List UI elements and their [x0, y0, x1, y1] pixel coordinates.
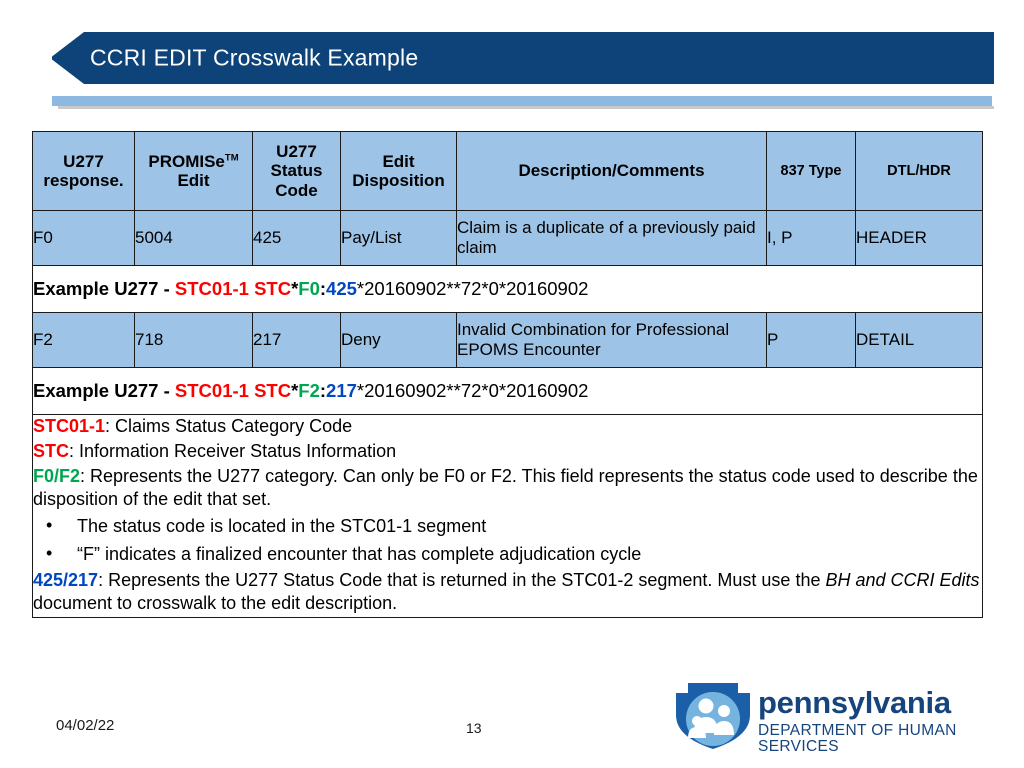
legend-line-stc01-1: STC01-1: Claims Status Category Code [33, 415, 982, 439]
legend-key-f0-f2: F0/F2 [33, 465, 81, 486]
example-category: F2 [298, 380, 320, 401]
example-status-code: 425 [326, 278, 357, 299]
banner-arrow-notch-bottom [52, 58, 84, 84]
legend-text-stc01-1: : Claims Status Category Code [105, 416, 353, 436]
logo-department-name: DEPARTMENT OF HUMAN SERVICES [758, 722, 957, 755]
cell-description: Invalid Combination for Professional EPO… [456, 312, 767, 368]
cell-promise-edit: 5004 [134, 210, 253, 266]
ccri-edit-crosswalk-table: U277 response. PROMISeTM Edit U277 Status… [32, 131, 983, 618]
cell-promise-edit: 718 [134, 312, 253, 368]
column-header-edit-disposition: Edit Disposition [340, 131, 457, 211]
slide-title-banner: CCRI EDIT Crosswalk Example [52, 32, 994, 84]
bullet-dot-icon: • [46, 515, 53, 536]
cell-description: Claim is a duplicate of a previously pai… [456, 210, 767, 266]
example-u277-line-2: Example U277 - STC01-1 STC*F2:217*201609… [32, 367, 983, 415]
legend-text-425-217-a: : Represents the U277 Status Code that i… [98, 569, 826, 590]
legend-row: STC01-1: Claims Status Category Code STC… [32, 414, 983, 618]
legend-key-425-217: 425/217 [33, 569, 99, 590]
legend-text-425-217-italic: BH and CCRI Edits [825, 569, 980, 590]
bullet-dot-icon: • [46, 542, 53, 563]
footer-date: 04/02/22 [56, 717, 115, 734]
example-label: Example U277 - [33, 380, 175, 401]
example-tail: *20160902**72*0*20160902 [356, 380, 589, 401]
legend-line-425-217: 425/217: Represents the U277 Status Code… [33, 569, 982, 616]
banner-underline-shadow [58, 106, 994, 109]
example-category: F0 [298, 278, 320, 299]
column-header-u277-status-code: U277 Status Code [252, 131, 341, 211]
example-segment: STC01-1 STC [174, 278, 292, 299]
cell-dtl-hdr: HEADER [855, 210, 983, 266]
legend-bullet-2-text: “F” indicates a finalized encounter that… [77, 543, 642, 564]
banner-underline-bar [52, 96, 992, 106]
legend-bullet-1: • The status code is located in the STC01… [33, 514, 982, 538]
banner-arrow-notch-top [52, 32, 84, 58]
trademark-mark: TM [224, 152, 239, 164]
legend-line-f0-f2: F0/F2: Represents the U277 category. Can… [33, 465, 982, 512]
logo-state-name: pennsylvania [758, 685, 951, 720]
keystone-family-icon [676, 683, 750, 749]
cell-edit-disposition: Deny [340, 312, 457, 368]
table-row: F2 718 217 Deny Invalid Combination for … [32, 312, 983, 368]
legend-bullet-1-text: The status code is located in the STC01-… [77, 516, 487, 537]
legend-key-stc: STC [33, 440, 69, 461]
slide-number: 13 [466, 720, 482, 736]
legend-definitions: STC01-1: Claims Status Category Code STC… [32, 414, 983, 618]
example-u277-line-1: Example U277 - STC01-1 STC*F0:425*201609… [32, 265, 983, 313]
table-header-row: U277 response. PROMISeTM Edit U277 Status… [32, 131, 983, 211]
example-status-code: 217 [326, 380, 357, 401]
cell-dtl-hdr: DETAIL [855, 312, 983, 368]
cell-837-type: I, P [766, 210, 856, 266]
cell-u277-response: F2 [32, 312, 135, 368]
example-tail: *20160902**72*0*20160902 [356, 278, 589, 299]
promise-label: PROMISe [148, 151, 225, 171]
legend-bullet-2: • “F” indicates a finalized encounter tha… [33, 542, 982, 566]
column-header-dtl-hdr: DTL/HDR [855, 131, 983, 211]
page-title: CCRI EDIT Crosswalk Example [90, 44, 419, 71]
cell-status-code: 425 [252, 210, 341, 266]
table-row: F0 5004 425 Pay/List Claim is a duplicat… [32, 210, 983, 266]
cell-edit-disposition: Pay/List [340, 210, 457, 266]
example-segment: STC01-1 STC [174, 380, 292, 401]
cell-837-type: P [766, 312, 856, 368]
pa-wordmark: pennsylvania DEPARTMENT OF HUMAN SERVICE… [758, 687, 984, 754]
pennsylvania-dhs-logo: pennsylvania DEPARTMENT OF HUMAN SERVICE… [672, 681, 984, 754]
legend-line-stc: STC: Information Receiver Status Informa… [33, 440, 982, 464]
column-header-promise-edit: PROMISeTM Edit [134, 131, 253, 211]
example-label: Example U277 - [33, 278, 175, 299]
column-header-u277-response: U277 response. [32, 131, 135, 211]
legend-text-stc: : Information Receiver Status Informatio… [69, 440, 397, 461]
legend-key-stc01-1: STC01-1 [33, 416, 106, 436]
column-header-description-comments: Description/Comments [456, 131, 767, 211]
legend-text-f0-f2: : Represents the U277 category. Can only… [33, 465, 978, 509]
cell-u277-response: F0 [32, 210, 135, 266]
column-header-837-type: 837 Type [766, 131, 856, 211]
example-row: Example U277 - STC01-1 STC*F2:217*201609… [32, 367, 983, 415]
cell-status-code: 217 [252, 312, 341, 368]
example-row: Example U277 - STC01-1 STC*F0:425*201609… [32, 265, 983, 313]
legend-text-425-217-b: document to crosswalk to the edit descri… [33, 593, 398, 614]
promise-edit-line2: Edit [177, 171, 210, 190]
